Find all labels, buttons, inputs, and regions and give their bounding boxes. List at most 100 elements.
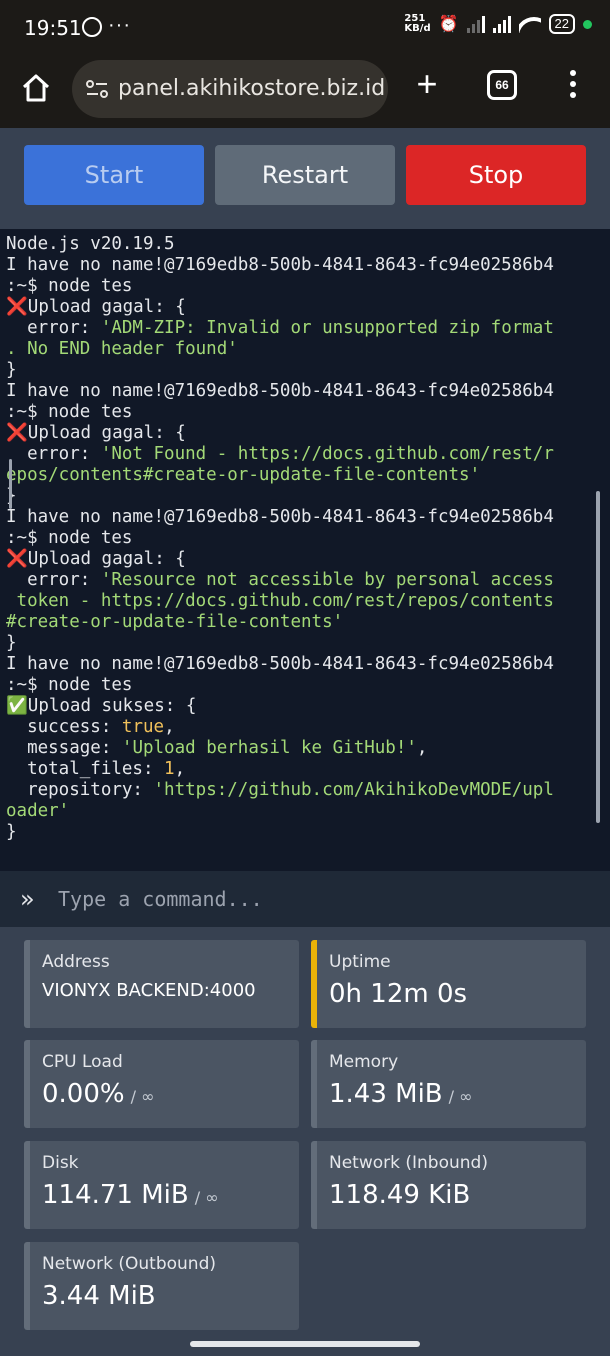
stat-label: Address — [42, 952, 110, 972]
browser-menu-icon[interactable] — [568, 70, 578, 104]
console-text: ❌Upload gagal: { — [6, 423, 186, 443]
stat-card-network-inbound: Network (Inbound) 118.49 KiB — [311, 1141, 586, 1229]
console-line: #create-or-update-file-contents' — [6, 612, 604, 633]
console-line: I have no name!@7169edb8-500b-4841-8643-… — [6, 381, 604, 402]
console-text: #create-or-update-file-contents' — [6, 612, 344, 632]
console-line: error: 'Not Found - https://docs.github.… — [6, 444, 604, 465]
status-bar: 19:51 ··· 251 KB/d ⏰ 22 — [0, 0, 610, 56]
stat-limit: / ∞ — [194, 1188, 219, 1207]
console-text: I have no name!@7169edb8-500b-4841-8643-… — [6, 381, 554, 401]
url-text: panel.akihikostore.biz.id — [118, 76, 386, 101]
console-scrollbar[interactable] — [596, 491, 600, 823]
command-input[interactable] — [58, 881, 588, 917]
signal-sim1-icon — [466, 15, 485, 33]
console-text: oader' — [6, 801, 70, 821]
home-icon[interactable] — [20, 72, 52, 104]
stat-limit: / ∞ — [448, 1087, 473, 1106]
status-icons: 251 KB/d ⏰ 22 — [404, 14, 592, 34]
console-text: I have no name!@7169edb8-500b-4841-8643-… — [6, 654, 554, 674]
console-line: :~$ node tes — [6, 675, 604, 696]
browser-toolbar: panel.akihikostore.biz.id + 66 — [0, 56, 610, 128]
console-line: total_files: 1, — [6, 759, 604, 780]
console-line: I have no name!@7169edb8-500b-4841-8643-… — [6, 255, 604, 276]
console-text: I have no name!@7169edb8-500b-4841-8643-… — [6, 507, 554, 527]
console-line: ❌Upload gagal: { — [6, 423, 604, 444]
stat-card-memory: Memory 1.43 MiB / ∞ — [311, 1040, 586, 1128]
stat-value: 118.49 KiB — [329, 1180, 471, 1210]
new-tab-icon[interactable]: + — [410, 66, 444, 102]
console-line: I have no name!@7169edb8-500b-4841-8643-… — [6, 654, 604, 675]
address-bar[interactable]: panel.akihikostore.biz.id — [72, 60, 388, 118]
console-text: success: — [6, 717, 122, 737]
stat-card-network-outbound: Network (Outbound) 3.44 MiB — [24, 1242, 299, 1330]
console-text: message: — [6, 738, 122, 758]
console-output[interactable]: Node.js v20.19.5 I have no name!@7169edb8… — [0, 229, 610, 871]
site-settings-icon[interactable] — [86, 80, 108, 98]
power-actions: Start Restart Stop — [24, 145, 586, 205]
stat-label: Disk — [42, 1153, 79, 1173]
clock: 19:51 — [24, 16, 82, 40]
console-text: :~$ node tes — [6, 675, 133, 695]
console-line: } — [6, 360, 604, 381]
console-line: ✅Upload sukses: { — [6, 696, 604, 717]
console-text: :~$ node tes — [6, 528, 133, 548]
console-text: repository: — [6, 780, 154, 800]
stat-card-address: Address VIONYX BACKEND:4000 — [24, 940, 299, 1028]
console-line: :~$ node tes — [6, 276, 604, 297]
stat-label: Network (Outbound) — [42, 1254, 217, 1274]
console-text: error: — [6, 570, 101, 590]
console-line: Node.js v20.19.5 — [6, 234, 604, 255]
stat-limit: / ∞ — [130, 1087, 155, 1106]
console-line: token - https://docs.github.com/rest/rep… — [6, 591, 604, 612]
console-line: } — [6, 486, 604, 507]
stat-label: Network (Inbound) — [329, 1153, 488, 1173]
console-text: :~$ node tes — [6, 276, 133, 296]
restart-button[interactable]: Restart — [215, 145, 395, 205]
stat-value: 3.44 MiB — [42, 1281, 156, 1311]
network-speed: 251 KB/d — [404, 13, 431, 34]
console-text: epos/contents#create-or-update-file-cont… — [6, 465, 481, 485]
stat-label: Uptime — [329, 952, 391, 972]
console-line: I have no name!@7169edb8-500b-4841-8643-… — [6, 507, 604, 528]
console-line: success: true, — [6, 717, 604, 738]
console-text: ❌Upload gagal: { — [6, 297, 186, 317]
console-line: :~$ node tes — [6, 402, 604, 423]
tab-switcher-button[interactable]: 66 — [487, 70, 517, 100]
console-text: error: — [6, 444, 101, 464]
console-text: :~$ node tes — [6, 402, 133, 422]
stop-button[interactable]: Stop — [406, 145, 586, 205]
alarm-off-icon: ⏰ — [438, 16, 459, 33]
stat-card-uptime: Uptime 0h 12m 0s — [311, 940, 586, 1028]
console-text: 'https://github.com/AkihikoDevMODE/upl — [153, 780, 554, 800]
console-line: repository: 'https://github.com/AkihikoD… — [6, 780, 604, 801]
stat-value-row: 114.71 MiB / ∞ — [42, 1180, 287, 1210]
start-button[interactable]: Start — [24, 145, 204, 205]
console-line: } — [6, 633, 604, 654]
chevron-right-icon: » — [20, 885, 35, 913]
console-text: true — [121, 717, 165, 737]
console-line: message: 'Upload berhasil ke GitHub!', — [6, 738, 604, 759]
console-text: ✅Upload sukses: { — [6, 696, 197, 716]
privacy-indicator-dot — [583, 19, 592, 29]
console-text: } — [6, 360, 17, 380]
whatsapp-icon — [82, 17, 102, 37]
stat-value-row: 1.43 MiB / ∞ — [329, 1079, 574, 1109]
console-text: 'Not Found - https://docs.github.com/res… — [100, 444, 554, 464]
gesture-nav-handle[interactable] — [190, 1341, 420, 1347]
console-line: error: 'Resource not accessible by perso… — [6, 570, 604, 591]
console-text: I have no name!@7169edb8-500b-4841-8643-… — [6, 255, 554, 275]
console-text: . No END header found' — [6, 339, 238, 359]
console-line: ❌Upload gagal: { — [6, 297, 604, 318]
console-line: :~$ node tes — [6, 528, 604, 549]
stat-label: CPU Load — [42, 1052, 123, 1072]
stat-value: VIONYX BACKEND:4000 — [42, 980, 256, 1001]
console-text: 1 — [164, 759, 175, 779]
console-line: ❌Upload gagal: { — [6, 549, 604, 570]
stat-card-cpu: CPU Load 0.00% / ∞ — [24, 1040, 299, 1128]
console-text: } — [6, 822, 17, 842]
battery-icon: 22 — [548, 14, 575, 34]
stat-value: 0.00% — [42, 1079, 125, 1109]
console-text: total_files: — [6, 759, 165, 779]
console-text: , — [416, 738, 428, 758]
console-line: oader' — [6, 801, 604, 822]
